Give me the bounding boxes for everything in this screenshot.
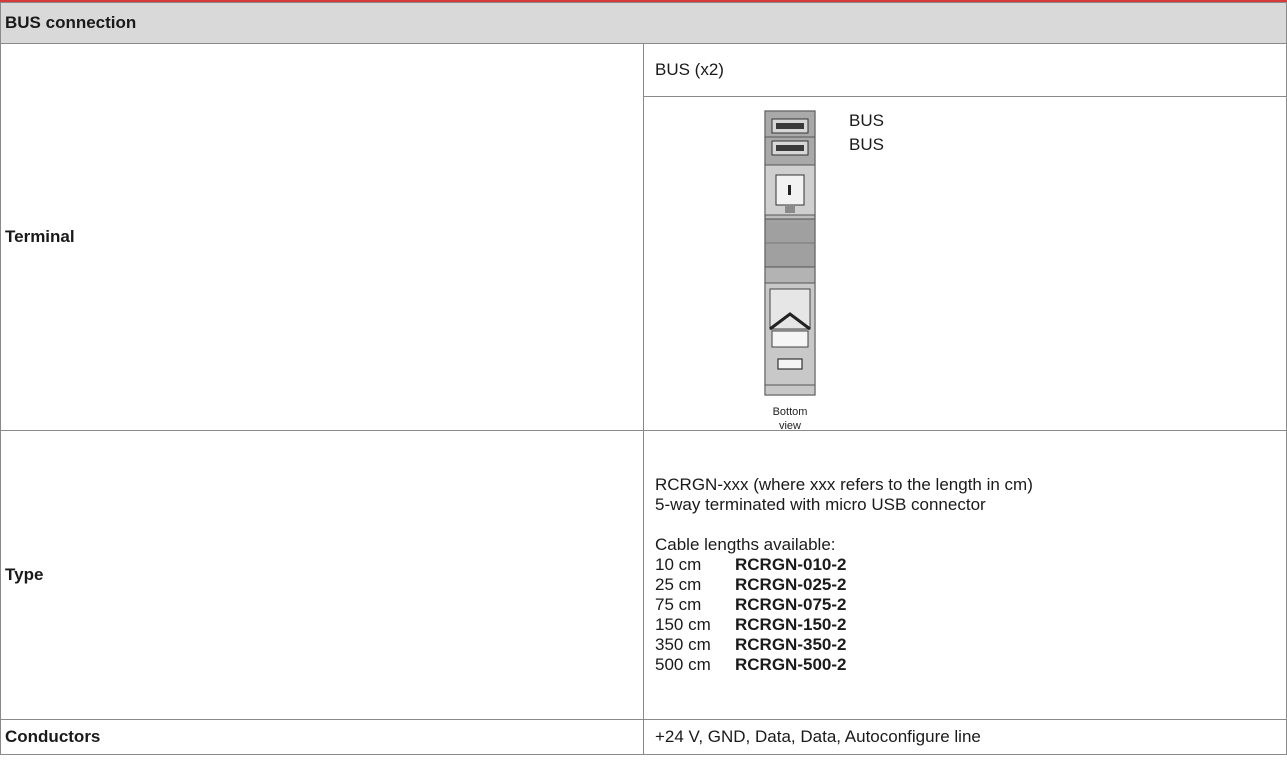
type-value-cell: RCRGN-xxx (where xxx refers to the lengt… <box>643 430 1287 720</box>
terminal-spec: BUS (x2) <box>643 43 1287 97</box>
terminal-bottom-view-illustration: Bottom view <box>750 109 830 432</box>
bus-connection-table: BUS connection Terminal BUS (x2) Bottom … <box>0 2 1287 755</box>
terminal-image-cell: Bottom view BUS BUS <box>643 96 1287 432</box>
lengths-heading: Cable lengths available: <box>655 535 836 554</box>
caption-line-1: Bottom <box>772 406 808 418</box>
section-title: BUS connection <box>0 2 1287 44</box>
cable-length: 500 cm <box>655 655 711 674</box>
part-number: RCRGN-025-2 <box>735 575 847 594</box>
spec-sheet: BUS connection Terminal BUS (x2) Bottom … <box>0 0 1287 776</box>
type-line-1: RCRGN-xxx (where xxx refers to the lengt… <box>655 475 1033 494</box>
cable-length: 10 cm <box>655 555 702 574</box>
cable-length: 25 cm <box>655 575 702 594</box>
conductors-label: Conductors <box>0 719 644 755</box>
bus-port-label-1: BUS <box>849 111 884 130</box>
caption-line-2: view <box>778 420 801 432</box>
bus-port-labels: BUS BUS <box>849 109 884 157</box>
part-number: RCRGN-075-2 <box>735 595 847 614</box>
cable-length: 75 cm <box>655 595 702 614</box>
part-number: RCRGN-500-2 <box>735 655 847 674</box>
cable-lengths-list: 10 cm RCRGN-010-2 25 cm RCRGN-025-2 75 c… <box>655 555 1286 675</box>
cable-length: 150 cm <box>655 615 711 634</box>
bus-port-label-2: BUS <box>849 135 884 154</box>
type-line-2: 5-way terminated with micro USB connecto… <box>655 495 986 514</box>
bottom-view-caption: Bottom view <box>750 405 830 433</box>
part-number: RCRGN-150-2 <box>735 615 847 634</box>
din-module-bottom-view-icon <box>764 110 816 396</box>
terminal-label: Terminal <box>0 43 644 431</box>
part-number: RCRGN-010-2 <box>735 555 847 574</box>
type-label: Type <box>0 430 644 720</box>
part-number: RCRGN-350-2 <box>735 635 847 654</box>
cable-length: 350 cm <box>655 635 711 654</box>
conductors-value: +24 V, GND, Data, Data, Autoconfigure li… <box>643 719 1287 755</box>
